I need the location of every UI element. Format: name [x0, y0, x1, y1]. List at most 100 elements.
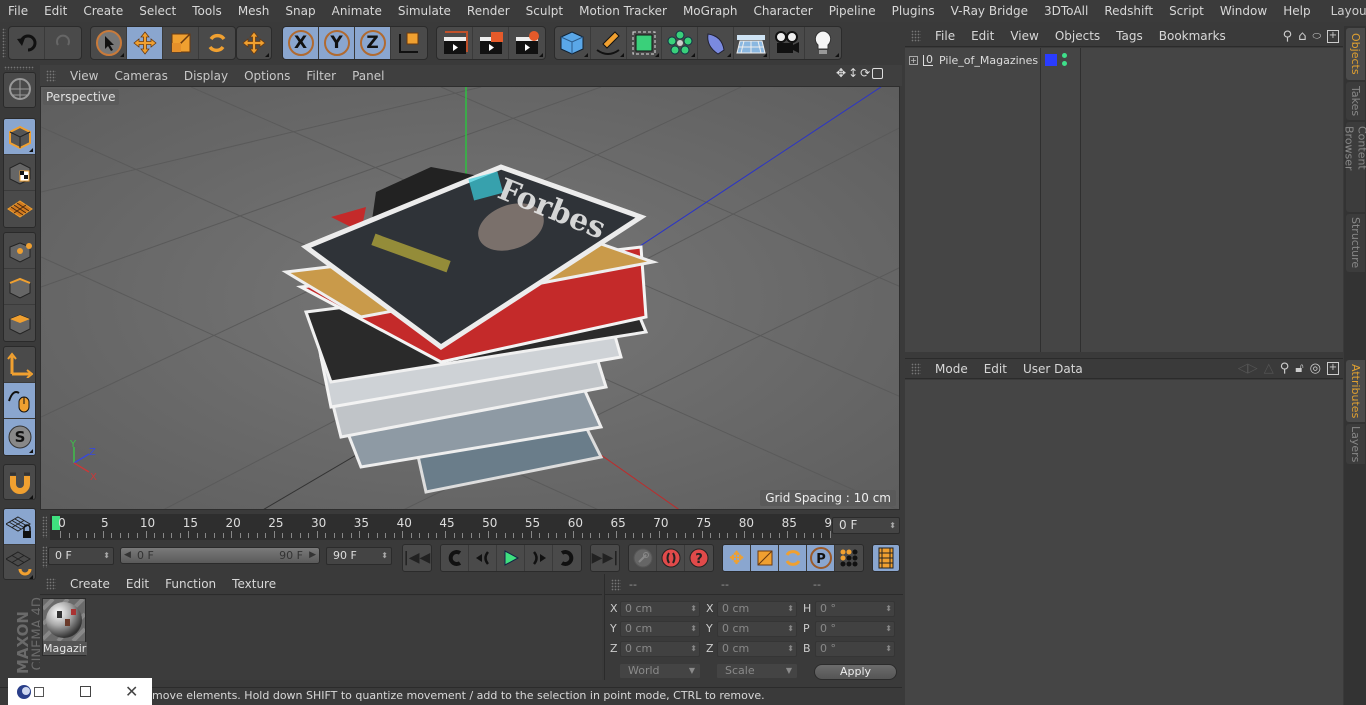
menu-pipeline[interactable]: Pipeline: [821, 0, 884, 22]
play-button[interactable]: [497, 545, 525, 571]
menu-help[interactable]: Help: [1275, 0, 1318, 22]
next-frame-button[interactable]: [525, 545, 553, 571]
menu-snap[interactable]: Snap: [277, 0, 323, 22]
recent-tools-button[interactable]: [237, 27, 271, 59]
attributes-menu-edit[interactable]: Edit: [976, 358, 1015, 380]
viewport-menu-filter[interactable]: Filter: [298, 65, 344, 87]
pos-z-field[interactable]: 0 cm ⬍: [620, 641, 700, 657]
record-active-button[interactable]: [629, 545, 657, 571]
tweak-mode-button[interactable]: [4, 383, 35, 419]
object-menu-file[interactable]: File: [927, 25, 963, 47]
coord-grip[interactable]: [611, 579, 621, 591]
menu-mesh[interactable]: Mesh: [230, 0, 278, 22]
move-button[interactable]: [127, 27, 163, 59]
menu-render[interactable]: Render: [459, 0, 518, 22]
target-icon[interactable]: ◎: [1310, 361, 1321, 376]
rot-b-field[interactable]: 0 ° ⬍: [815, 641, 895, 657]
render-view-button[interactable]: [437, 27, 473, 59]
pos-x-field[interactable]: 0 cm ⬍: [620, 601, 700, 617]
cube-button[interactable]: [555, 27, 591, 59]
close-icon[interactable]: ✕: [125, 682, 138, 701]
restore-icon[interactable]: [34, 686, 44, 697]
pan-view-icon[interactable]: ✥: [836, 66, 846, 80]
tab-attributes[interactable]: Attributes: [1346, 360, 1365, 422]
perspective-viewport[interactable]: Forbes Y Z X Perspective Grid Spacing : …: [40, 86, 900, 510]
material-menu-function[interactable]: Function: [157, 573, 224, 595]
x-axis-lock-button[interactable]: X: [283, 27, 319, 59]
material-menu-create[interactable]: Create: [62, 573, 118, 595]
model-mode-button[interactable]: [4, 119, 35, 155]
snapping-button[interactable]: [4, 465, 35, 499]
attributes-menu-mode[interactable]: Mode: [927, 358, 976, 380]
apply-button[interactable]: Apply: [814, 664, 897, 680]
live-selection-button[interactable]: [91, 27, 127, 59]
texture-mode-button[interactable]: [4, 155, 35, 191]
viewport-grip[interactable]: [46, 69, 56, 82]
toolbar-grip[interactable]: [2, 28, 6, 58]
edges-mode-button[interactable]: [4, 269, 35, 305]
workplane-rotate-button[interactable]: [4, 545, 35, 579]
dolly-view-icon[interactable]: ↕: [848, 66, 858, 80]
light-button[interactable]: [805, 27, 841, 59]
viewport-menu-options[interactable]: Options: [236, 65, 298, 87]
key-position-button[interactable]: ✥: [723, 545, 751, 571]
pos-y-field[interactable]: 0 cm ⬍: [620, 621, 700, 637]
go-to-end-button[interactable]: ▶▶|: [591, 545, 619, 571]
start-frame-field[interactable]: 0 F ⬍: [48, 547, 114, 565]
menu-animate[interactable]: Animate: [324, 0, 390, 22]
tab-takes[interactable]: Takes: [1346, 82, 1365, 120]
viewport-menu-display[interactable]: Display: [176, 65, 236, 87]
menu-plugins[interactable]: Plugins: [884, 0, 943, 22]
next-keyframe-button[interactable]: [553, 545, 581, 571]
toggle-view-layout-icon[interactable]: [872, 68, 884, 79]
material-grip[interactable]: [46, 578, 56, 590]
up-arrow-icon[interactable]: △: [1264, 361, 1274, 376]
axis-button[interactable]: [4, 347, 35, 383]
menu-simulate[interactable]: Simulate: [390, 0, 459, 22]
material-menu-texture[interactable]: Texture: [224, 573, 284, 595]
timeline-ruler[interactable]: 051015202530354045505560657075808590: [50, 514, 840, 540]
viewport-camera-label[interactable]: Perspective: [43, 89, 119, 105]
menu-tools[interactable]: Tools: [184, 0, 230, 22]
new-panel-icon[interactable]: +: [1327, 29, 1339, 43]
scale-button[interactable]: [163, 27, 199, 59]
object-menu-view[interactable]: View: [1002, 25, 1046, 47]
workplane-mode-button[interactable]: [4, 191, 35, 227]
cloner-button[interactable]: [662, 27, 698, 59]
viewport-menu-panel[interactable]: Panel: [344, 65, 392, 87]
object-menu-tags[interactable]: Tags: [1108, 25, 1151, 47]
redo-button[interactable]: [45, 27, 81, 59]
render-visibility-dot[interactable]: [1062, 61, 1067, 66]
transport-grip[interactable]: [42, 546, 47, 568]
tab-objects[interactable]: Objects: [1346, 28, 1365, 80]
attributes-grip[interactable]: [911, 362, 921, 375]
lock-icon[interactable]: 🔓︎: [1295, 361, 1303, 376]
floor-button[interactable]: [734, 27, 770, 59]
current-frame-field[interactable]: 0 F ⬍: [832, 517, 900, 534]
home-icon[interactable]: ⌂: [1298, 29, 1306, 44]
object-name[interactable]: Pile_of_Magazines: [939, 54, 1038, 67]
viewport-menu-cameras[interactable]: Cameras: [106, 65, 175, 87]
object-menu-objects[interactable]: Objects: [1047, 25, 1108, 47]
menu-select[interactable]: Select: [131, 0, 184, 22]
layer-color-swatch[interactable]: [1045, 54, 1057, 66]
subdivision-surface-button[interactable]: [627, 27, 663, 59]
size-mode-dropdown[interactable]: Scale ▼: [716, 663, 798, 679]
coordinate-space-dropdown[interactable]: World ▼: [619, 663, 701, 679]
timeline-grip[interactable]: [42, 516, 47, 538]
polygons-mode-button[interactable]: [4, 305, 35, 341]
autokey-button[interactable]: [657, 545, 685, 571]
menu-window[interactable]: Window: [1212, 0, 1275, 22]
left-toolbar-grip[interactable]: [4, 66, 34, 70]
menu-file[interactable]: File: [0, 0, 36, 22]
key-rotation-button[interactable]: [779, 545, 807, 571]
menu-character[interactable]: Character: [745, 0, 820, 22]
menu-3dtoall[interactable]: 3DToAll: [1036, 0, 1096, 22]
z-axis-lock-button[interactable]: Z: [355, 27, 391, 59]
tab-layers[interactable]: Layers: [1346, 424, 1365, 464]
frame-range-slider[interactable]: ◀ 0 F 90 F ▶: [120, 547, 320, 564]
maximize-icon[interactable]: [80, 686, 91, 697]
make-editable-button[interactable]: [4, 73, 35, 107]
rotate-view-icon[interactable]: ⟳: [860, 66, 870, 80]
search-icon[interactable]: ⚲: [1280, 361, 1290, 376]
